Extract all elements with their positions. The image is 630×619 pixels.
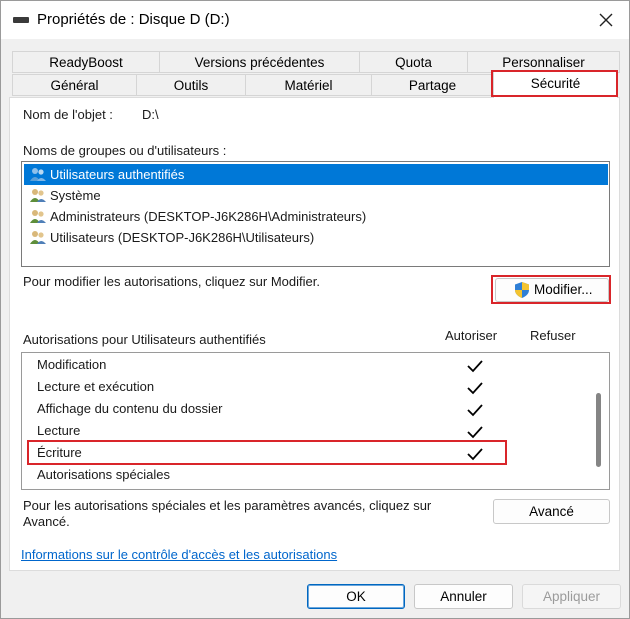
tab-materiel[interactable]: Matériel (245, 74, 372, 96)
advanced-hint-line1: Pour les autorisations spéciales et les … (23, 498, 432, 513)
permission-name: Écriture (37, 445, 82, 460)
tab-quota[interactable]: Quota (359, 51, 468, 73)
permissions-scrollbar[interactable] (591, 353, 609, 489)
scrollbar-thumb[interactable] (596, 393, 601, 467)
table-row: Modification (22, 355, 592, 377)
advanced-hint-line2: Avancé. (23, 514, 70, 529)
cancel-button[interactable]: Annuler (414, 584, 513, 609)
object-name-label: Nom de l'objet : (23, 107, 113, 122)
table-row: Lecture (22, 421, 592, 443)
window-title: Propriétés de : Disque D (D:) (37, 11, 230, 28)
tab-versions-precedentes[interactable]: Versions précédentes (159, 51, 360, 73)
table-row: Affichage du contenu du dossier (22, 399, 592, 421)
permissions-title: Autorisations pour Utilisateurs authenti… (23, 332, 266, 347)
title-bar: Propriétés de : Disque D (D:) (1, 1, 629, 39)
group-name: Utilisateurs authentifiés (50, 167, 185, 182)
access-control-info-link[interactable]: Informations sur le contrôle d'accès et … (21, 547, 337, 562)
check-icon (467, 448, 483, 461)
permission-name: Lecture et exécution (37, 379, 155, 394)
advanced-button[interactable]: Avancé (493, 499, 610, 524)
users-group-icon (30, 189, 46, 202)
table-row: Écriture (22, 443, 592, 465)
ok-button[interactable]: OK (307, 584, 405, 609)
modify-button-label: Modifier... (534, 282, 593, 297)
drive-icon (13, 17, 29, 23)
table-row: Lecture et exécution (22, 377, 592, 399)
modify-hint: Pour modifier les autorisations, cliquez… (23, 274, 320, 289)
permission-name: Modification (37, 357, 107, 372)
close-button[interactable] (595, 9, 617, 31)
check-icon (467, 360, 483, 373)
list-item[interactable]: Utilisateurs authentifiés (24, 164, 608, 185)
check-icon (467, 382, 483, 395)
permission-name: Lecture (37, 423, 81, 438)
tab-general[interactable]: Général (12, 74, 137, 96)
group-name: Système (50, 188, 101, 203)
groups-list[interactable]: Utilisateurs authentifiés Système Admini… (21, 161, 610, 267)
permissions-list[interactable]: Modification Lecture et exécution Affich… (21, 352, 610, 490)
permission-name: Autorisations spéciales (37, 467, 170, 482)
check-icon (467, 404, 483, 417)
allow-header: Autoriser (445, 328, 498, 343)
tab-readyboost[interactable]: ReadyBoost (12, 51, 160, 73)
list-item[interactable]: Système (24, 185, 608, 206)
check-icon (467, 426, 483, 439)
uac-shield-icon (515, 282, 529, 298)
users-group-icon (30, 231, 46, 244)
object-name-value: D:\ (142, 107, 159, 122)
close-icon (599, 13, 613, 27)
groups-label: Noms de groupes ou d'utilisateurs : (23, 143, 227, 158)
group-name: Utilisateurs (DESKTOP-J6K286H\Utilisateu… (50, 230, 315, 245)
list-item[interactable]: Utilisateurs (DESKTOP-J6K286H\Utilisateu… (24, 227, 608, 248)
group-name: Administrateurs (DESKTOP-J6K286H\Adminis… (50, 209, 367, 224)
list-item[interactable]: Administrateurs (DESKTOP-J6K286H\Adminis… (24, 206, 608, 227)
apply-button[interactable]: Appliquer (522, 584, 621, 609)
deny-header: Refuser (530, 328, 576, 343)
properties-window: Propriétés de : Disque D (D:) ReadyBoost… (0, 0, 630, 619)
users-group-icon (30, 168, 46, 181)
tab-partage[interactable]: Partage (371, 74, 494, 96)
permission-name: Affichage du contenu du dossier (37, 401, 223, 416)
users-group-icon (30, 210, 46, 223)
tab-outils[interactable]: Outils (136, 74, 246, 96)
table-row: Autorisations spéciales (22, 465, 592, 487)
modify-button[interactable]: Modifier... (495, 278, 609, 302)
tab-securite[interactable]: Sécurité (493, 70, 618, 98)
